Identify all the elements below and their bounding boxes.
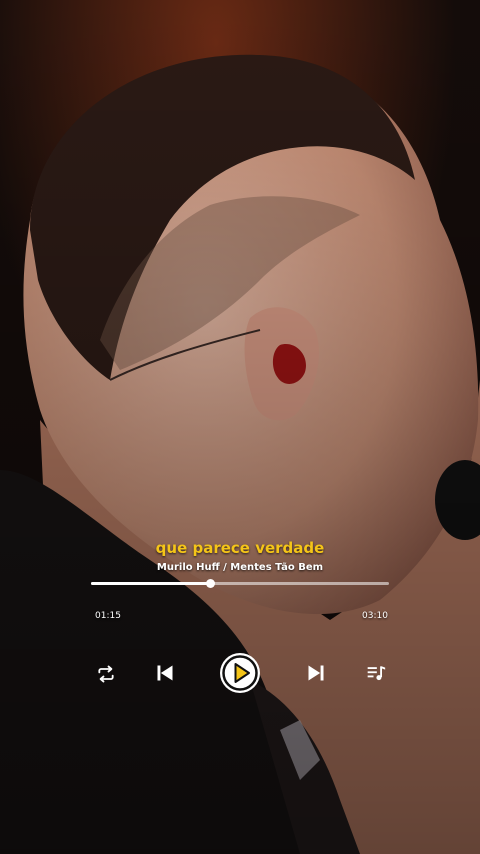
queue-button[interactable] [362,659,390,687]
play-button[interactable] [218,651,262,695]
progress-bar[interactable] [91,579,389,588]
lyric-line: que parece verdade [155,539,325,557]
skip-next-icon [308,665,324,681]
elapsed-time: 01:15 [95,611,121,621]
next-button[interactable] [302,659,330,687]
total-time: 03:10 [362,611,388,621]
progress-fill [91,582,211,585]
track-info: Murilo Huff / Mentes Tão Bem [156,562,324,573]
play-icon [220,653,260,693]
queue-music-icon [367,666,386,681]
repeat-button[interactable] [92,660,120,688]
skip-previous-icon [157,665,173,681]
previous-button[interactable] [151,659,179,687]
repeat-icon [98,665,114,683]
video-background [0,0,480,854]
